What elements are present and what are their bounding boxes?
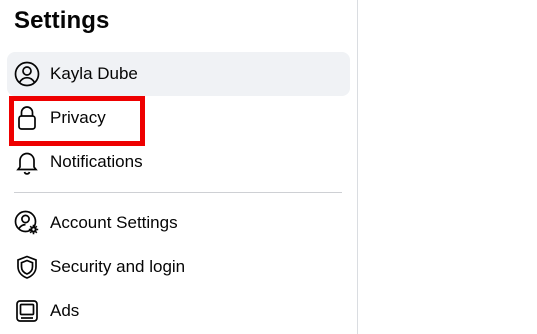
sidebar-item-security[interactable]: Security and login [7,245,350,289]
shield-icon [13,253,41,281]
ads-icon [13,297,41,325]
sidebar-item-privacy[interactable]: Privacy [7,96,350,140]
sidebar-item-notifications[interactable]: Notifications [7,140,350,184]
sidebar-item-profile[interactable]: Kayla Dube [7,52,350,96]
sidebar-item-account-settings[interactable]: Account Settings [7,201,350,245]
lock-icon [13,104,41,132]
sidebar-item-label: Kayla Dube [50,64,138,83]
settings-sidebar: Settings Kayla Dube Privacy Notification… [0,0,358,334]
sidebar-item-label: Ads [50,301,80,320]
sidebar-item-ads[interactable]: Ads [7,289,350,333]
sidebar-item-label: Account Settings [50,213,178,232]
profile-icon [13,60,41,88]
sidebar-item-label: Security and login [50,257,186,276]
section-divider [14,192,342,193]
sidebar-item-label: Notifications [50,152,143,171]
sidebar-item-label: Privacy [50,108,106,127]
page-title: Settings [14,7,110,34]
content-area [358,0,537,334]
account-settings-icon [13,209,41,237]
bell-icon [13,148,41,176]
